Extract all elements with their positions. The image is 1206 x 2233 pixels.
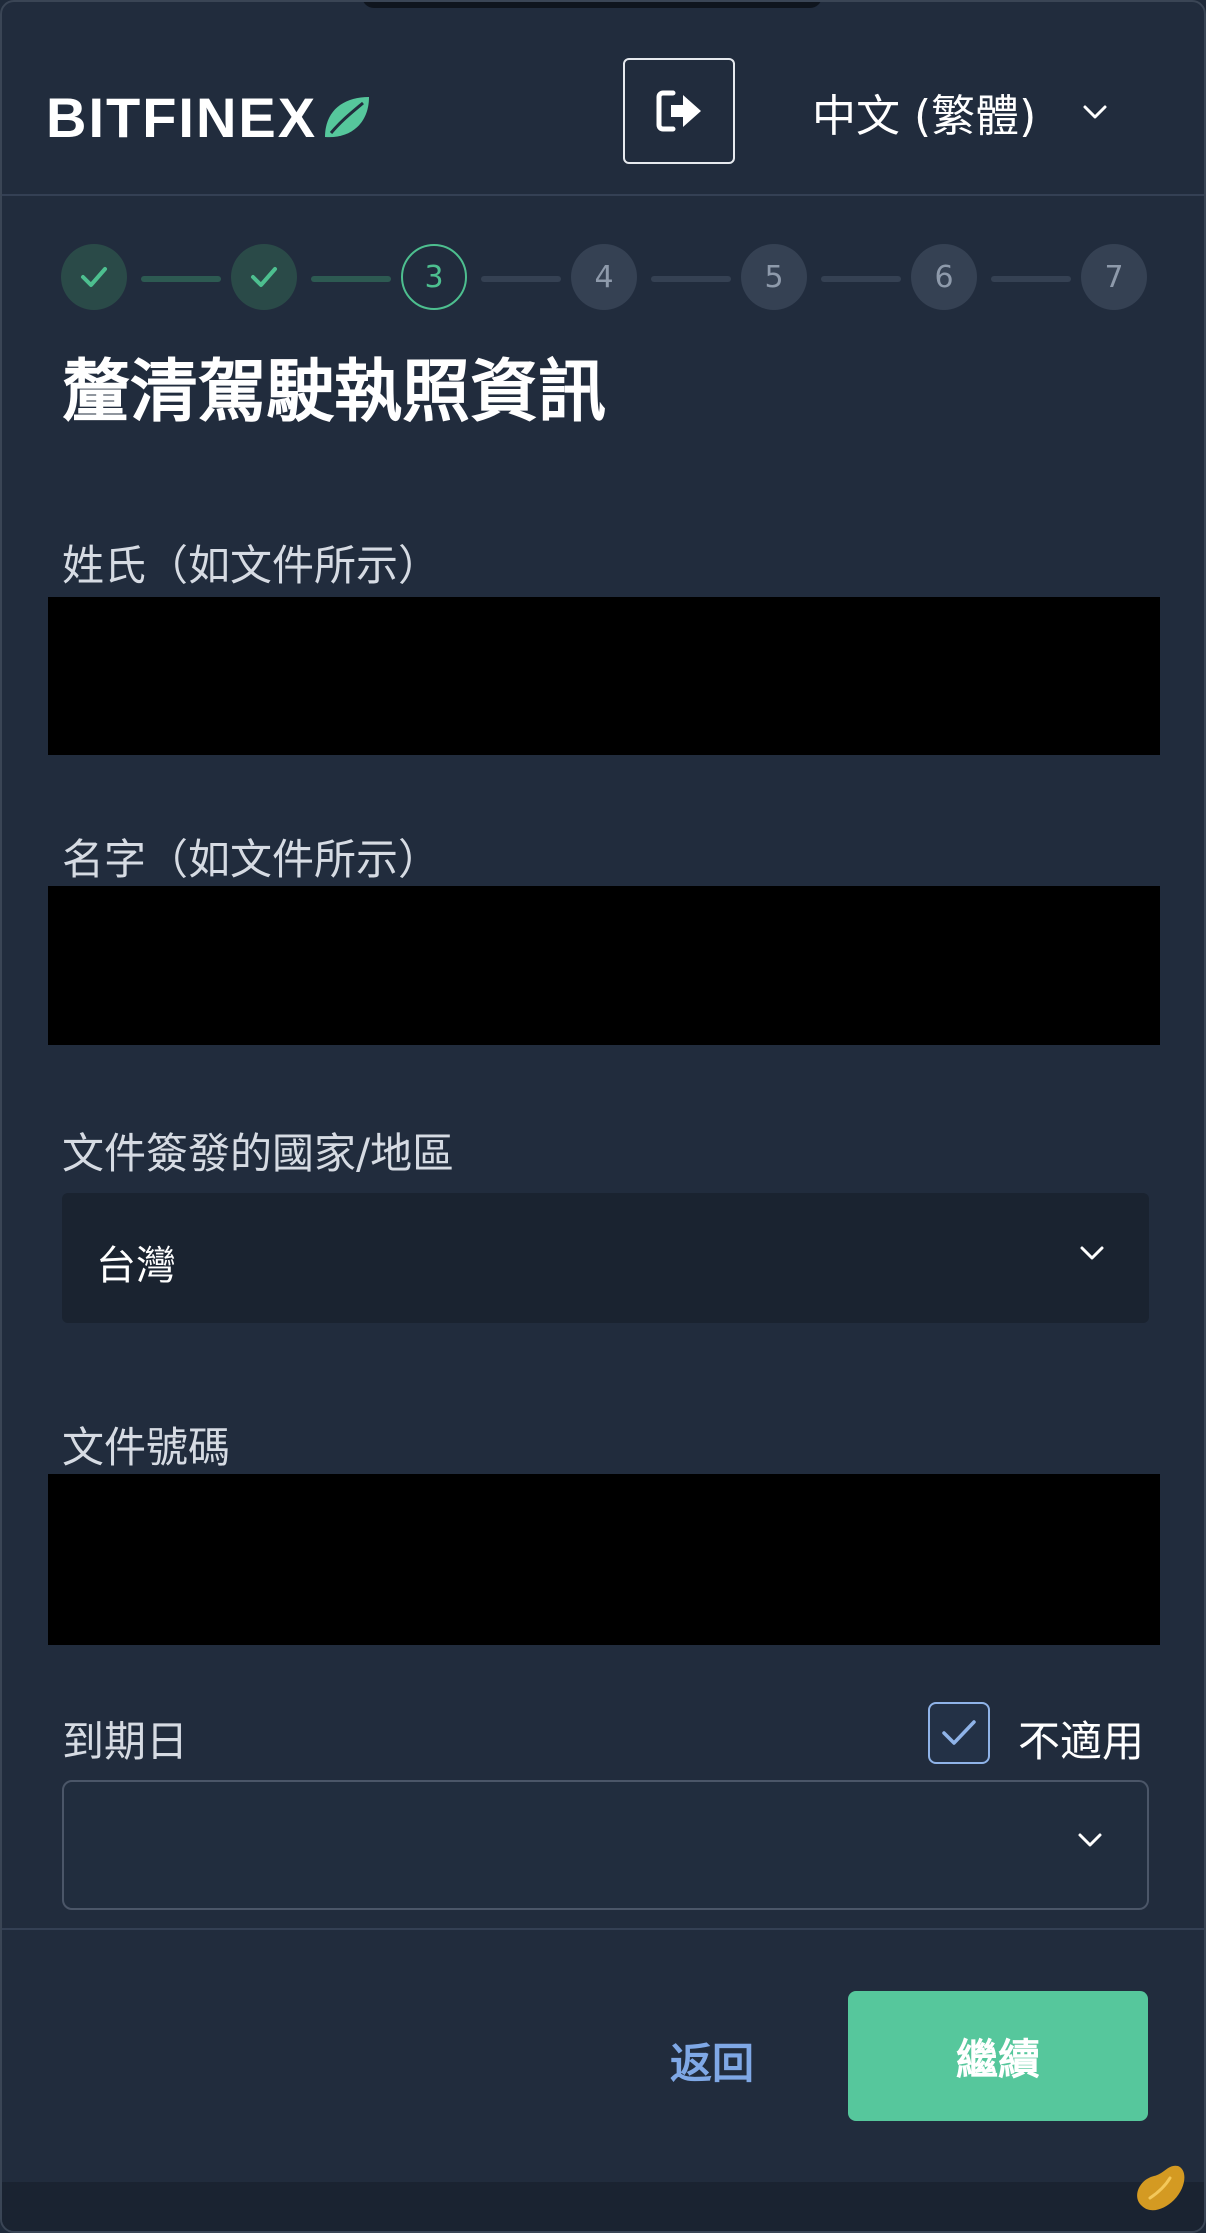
check-icon [942,1720,976,1745]
country-select[interactable]: 台灣 [62,1193,1149,1323]
step-connector [821,276,901,282]
logout-button[interactable] [623,58,735,164]
step-connector [991,276,1071,282]
step-connector [311,276,391,282]
first-name-field[interactable] [48,886,1160,1045]
bean-mascot-icon[interactable] [1130,2158,1190,2218]
language-label: 中文 (繁體) [812,91,1037,142]
document-number-field[interactable] [48,1474,1160,1645]
step-connector [651,276,731,282]
step-connector [141,276,221,282]
check-icon [251,267,277,287]
app-frame: BITFINEX 中文 (繁體) 3 4 5 6 7 釐清駕駛執照資訊 姓氏（如… [0,0,1206,2233]
leaf-icon [325,97,370,138]
step-3-current: 3 [401,244,467,310]
expiry-date-label: 到期日 [62,1717,189,1766]
logo-text: BITFINEX [46,86,318,149]
step-5: 5 [741,244,807,310]
language-selector[interactable]: 中文 (繁體) [812,84,1108,142]
footer-divider [2,1928,1204,1930]
country-label: 文件簽發的國家/地區 [62,1129,455,1178]
last-name-label: 姓氏（如文件所示） [62,541,441,590]
page-title: 釐清駕駛執照資訊 [62,353,607,432]
not-applicable-label[interactable]: 不適用 [1018,1708,1144,1769]
progress-stepper: 3 4 5 6 7 [61,244,1148,312]
step-7: 7 [1081,244,1147,310]
step-4: 4 [571,244,637,310]
bottom-bar [2,2182,1204,2231]
header: BITFINEX 中文 (繁體) [2,2,1204,196]
back-button[interactable]: 返回 [670,2030,754,2091]
step-connector [481,276,561,282]
last-name-field[interactable] [48,597,1160,755]
sign-out-icon [656,90,701,132]
check-icon [81,267,107,287]
bitfinex-logo[interactable]: BITFINEX [46,88,371,148]
step-2-complete [231,244,297,310]
expiry-date-select[interactable] [62,1780,1149,1910]
country-value: 台灣 [96,1243,176,1289]
step-6: 6 [911,244,977,310]
step-1-complete [61,244,127,310]
chevron-down-icon [1083,105,1107,119]
not-applicable-checkbox[interactable] [928,1702,990,1764]
chevron-down-icon [1078,1833,1102,1847]
first-name-label: 名字（如文件所示） [62,835,441,884]
continue-button[interactable]: 繼續 [848,1991,1148,2121]
chevron-down-icon [1080,1246,1104,1260]
document-number-label: 文件號碼 [62,1423,231,1472]
